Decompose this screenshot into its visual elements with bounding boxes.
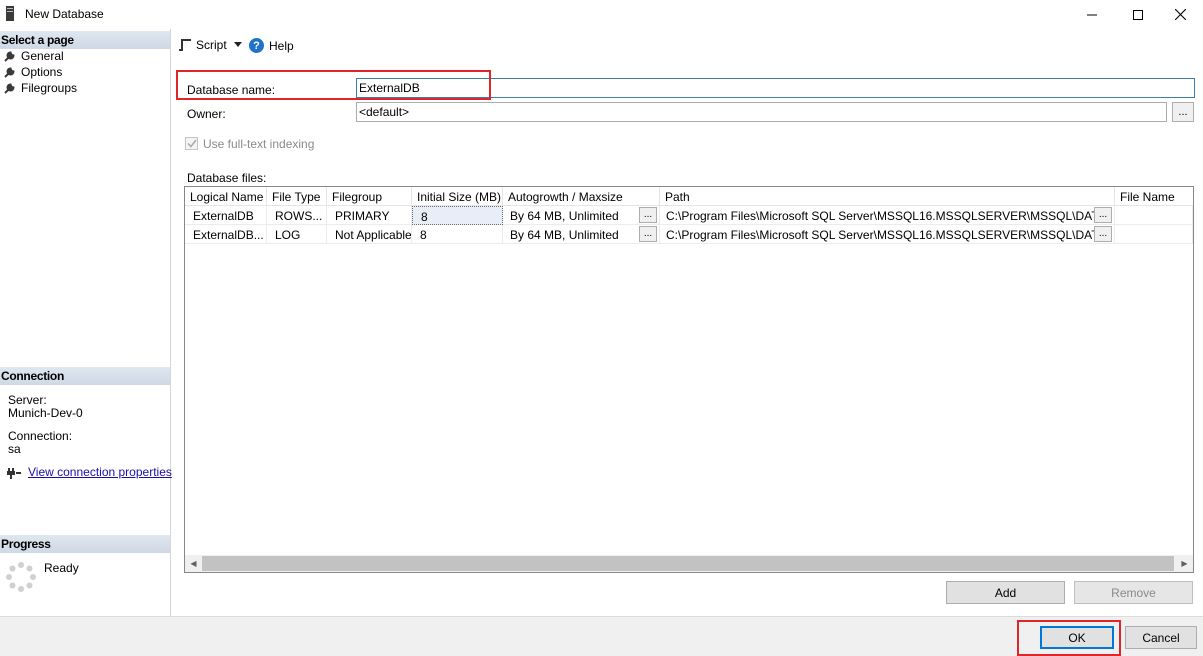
cell-logical-name[interactable]: ExternalDB bbox=[185, 206, 267, 225]
help-button[interactable]: ? Help bbox=[249, 38, 294, 53]
window-title: New Database bbox=[25, 7, 104, 21]
left-panel: Select a page General Options Filegroups… bbox=[0, 29, 171, 616]
owner-browse-button[interactable]: ... bbox=[1172, 102, 1194, 122]
view-connection-properties-link[interactable]: View connection properties bbox=[28, 465, 172, 479]
column-header-initial-size[interactable]: Initial Size (MB) bbox=[412, 187, 503, 206]
cell-autogrowth[interactable]: By 64 MB, Unlimited bbox=[503, 225, 660, 244]
owner-label: Owner: bbox=[187, 107, 226, 121]
connection-label: Connection: bbox=[8, 429, 73, 443]
autogrowth-browse-button[interactable]: ... bbox=[639, 226, 657, 242]
column-header-file-type[interactable]: File Type bbox=[267, 187, 327, 206]
select-page-header: Select a page bbox=[0, 31, 170, 49]
server-label: Server: bbox=[8, 393, 47, 407]
page-item-options[interactable]: Options bbox=[3, 64, 62, 80]
connection-value: sa bbox=[8, 442, 21, 456]
add-button[interactable]: Add bbox=[946, 581, 1065, 604]
script-dropdown-arrow-icon[interactable] bbox=[234, 42, 242, 47]
database-icon bbox=[6, 6, 14, 21]
help-icon: ? bbox=[249, 38, 264, 53]
close-icon bbox=[1174, 9, 1186, 20]
cell-file-name[interactable] bbox=[1115, 225, 1193, 244]
cancel-button[interactable]: Cancel bbox=[1125, 626, 1197, 649]
grid-header: Logical Name File Type Filegroup Initial… bbox=[185, 187, 1193, 206]
progress-status: Ready bbox=[44, 561, 79, 575]
close-button[interactable] bbox=[1157, 0, 1203, 29]
checkmark-icon bbox=[186, 139, 197, 148]
script-icon bbox=[179, 39, 191, 51]
scroll-left-icon[interactable]: ◀ bbox=[185, 555, 202, 572]
progress-spinner-icon bbox=[6, 562, 36, 592]
database-name-highlight bbox=[176, 70, 491, 100]
page-label-filegroups: Filegroups bbox=[21, 81, 78, 95]
minimize-button[interactable] bbox=[1069, 0, 1115, 29]
cell-initial-size[interactable]: 8 bbox=[412, 225, 503, 244]
cell-file-type[interactable]: LOG bbox=[267, 225, 327, 244]
cell-file-type[interactable]: ROWS... bbox=[267, 206, 327, 225]
owner-input[interactable]: <default> bbox=[356, 102, 1167, 122]
column-header-filegroup[interactable]: Filegroup bbox=[327, 187, 412, 206]
cell-autogrowth[interactable]: By 64 MB, Unlimited bbox=[503, 206, 660, 225]
fulltext-checkbox[interactable] bbox=[185, 137, 198, 150]
cell-path[interactable]: C:\Program Files\Microsoft SQL Server\MS… bbox=[660, 206, 1115, 225]
cell-initial-size[interactable]: 8 bbox=[412, 206, 503, 225]
ok-button-highlight bbox=[1017, 620, 1121, 656]
horizontal-scrollbar[interactable]: ◀ ▶ bbox=[185, 555, 1193, 572]
wrench-icon bbox=[4, 66, 15, 78]
scroll-right-icon[interactable]: ▶ bbox=[1176, 555, 1193, 572]
column-header-file-name[interactable]: File Name bbox=[1115, 187, 1193, 206]
column-header-autogrowth[interactable]: Autogrowth / Maxsize bbox=[503, 187, 660, 206]
script-button[interactable]: Script bbox=[178, 38, 227, 52]
path-browse-button[interactable]: ... bbox=[1094, 226, 1112, 242]
minimize-icon bbox=[1087, 14, 1097, 15]
wrench-icon bbox=[4, 82, 15, 94]
database-files-grid: Logical Name File Type Filegroup Initial… bbox=[184, 186, 1194, 573]
database-files-label: Database files: bbox=[187, 171, 267, 185]
progress-header: Progress bbox=[0, 535, 170, 553]
fulltext-label: Use full-text indexing bbox=[203, 137, 315, 151]
path-browse-button[interactable]: ... bbox=[1094, 207, 1112, 223]
page-item-general[interactable]: General bbox=[3, 48, 64, 64]
page-item-filegroups[interactable]: Filegroups bbox=[3, 80, 77, 96]
maximize-icon bbox=[1133, 9, 1143, 20]
column-header-logical-name[interactable]: Logical Name bbox=[185, 187, 267, 206]
maximize-button[interactable] bbox=[1115, 0, 1161, 29]
cell-filegroup[interactable]: Not Applicable bbox=[327, 225, 412, 244]
server-value: Munich-Dev-0 bbox=[8, 406, 83, 420]
page-label-general: General bbox=[21, 49, 64, 63]
script-label: Script bbox=[196, 38, 227, 52]
table-row[interactable]: ExternalDB... LOG Not Applicable 8 By 64… bbox=[185, 225, 1193, 244]
column-header-path[interactable]: Path bbox=[660, 187, 1115, 206]
connection-plug-icon bbox=[7, 468, 21, 479]
cell-file-name[interactable] bbox=[1115, 206, 1193, 225]
new-database-dialog: New Database Select a page General Optio… bbox=[0, 0, 1203, 656]
remove-button[interactable]: Remove bbox=[1074, 581, 1193, 604]
cell-path[interactable]: C:\Program Files\Microsoft SQL Server\MS… bbox=[660, 225, 1115, 244]
toolbar: Script ? Help bbox=[172, 32, 1203, 60]
title-bar: New Database bbox=[0, 0, 1203, 29]
cell-logical-name[interactable]: ExternalDB... bbox=[185, 225, 267, 244]
wrench-icon bbox=[4, 50, 15, 62]
autogrowth-browse-button[interactable]: ... bbox=[639, 207, 657, 223]
table-row[interactable]: ExternalDB ROWS... PRIMARY 8 By 64 MB, U… bbox=[185, 206, 1193, 225]
page-label-options: Options bbox=[21, 65, 63, 79]
connection-header: Connection bbox=[0, 367, 170, 385]
help-label: Help bbox=[269, 38, 294, 53]
cell-filegroup[interactable]: PRIMARY bbox=[327, 206, 412, 225]
scrollbar-thumb[interactable] bbox=[202, 556, 1174, 571]
